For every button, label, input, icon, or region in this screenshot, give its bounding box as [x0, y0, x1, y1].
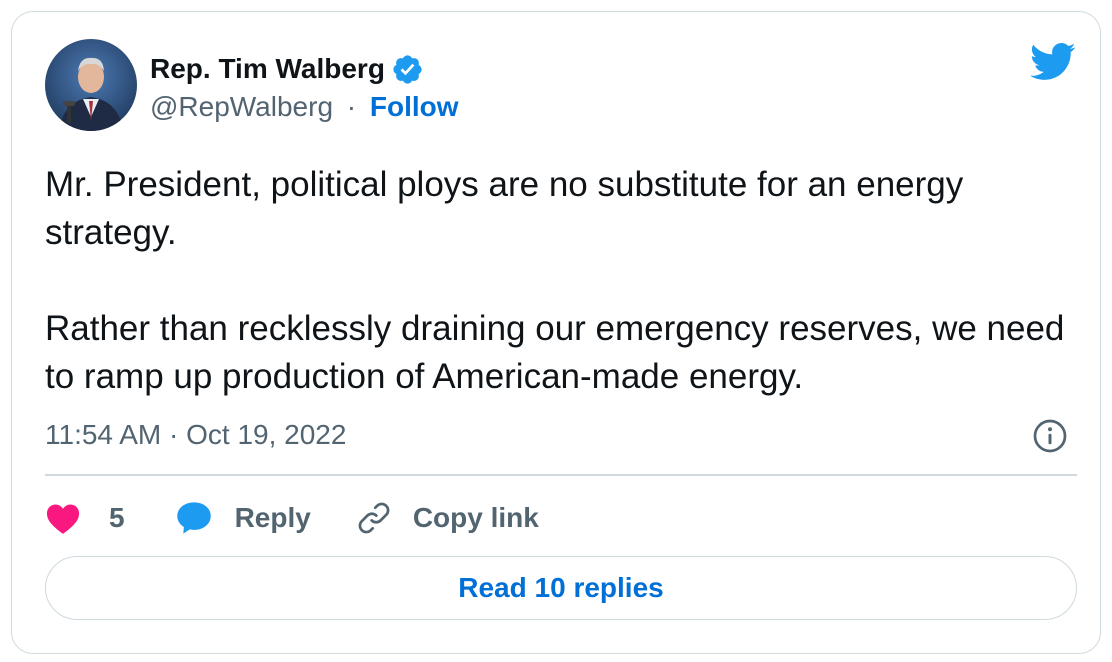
info-icon[interactable]: [1032, 418, 1068, 454]
follow-link[interactable]: Follow: [370, 91, 459, 122]
tweet-timestamp[interactable]: 11:54 AM · Oct 19, 2022: [45, 418, 346, 452]
reply-button[interactable]: Reply: [175, 500, 311, 536]
author-handle[interactable]: @RepWalberg: [150, 91, 333, 122]
speech-bubble-icon: [176, 502, 211, 534]
copy-link-button[interactable]: Copy link: [355, 499, 539, 537]
tweet-text: Mr. President, political ploys are no su…: [45, 161, 1085, 401]
divider: [45, 474, 1077, 476]
tweet-paragraph: Rather than recklessly draining our emer…: [45, 309, 1065, 396]
like-button[interactable]: 5: [45, 501, 125, 535]
author-name-row: Rep. Tim Walberg: [150, 52, 424, 86]
read-replies-button[interactable]: Read 10 replies: [45, 556, 1077, 620]
verified-badge-icon: [391, 53, 424, 86]
handle-separator: ·: [346, 91, 357, 122]
avatar-photo: [45, 39, 137, 131]
link-icon: [358, 502, 390, 534]
reply-label: Reply: [234, 502, 311, 533]
tweet-card: Rep. Tim Walberg @RepWalberg · Follow Mr…: [11, 11, 1101, 654]
author-name[interactable]: Rep. Tim Walberg: [150, 52, 385, 86]
twitter-bird-icon[interactable]: [1030, 42, 1076, 82]
tweet-paragraph: Mr. President, political ploys are no su…: [45, 165, 964, 252]
like-count: 5: [109, 502, 125, 533]
author-handle-row: @RepWalberg · Follow: [150, 90, 459, 124]
tweet-actions: 5 Reply Copy link: [45, 496, 539, 540]
copy-link-label: Copy link: [412, 502, 539, 533]
avatar[interactable]: [45, 39, 137, 131]
heart-icon: [46, 504, 80, 534]
